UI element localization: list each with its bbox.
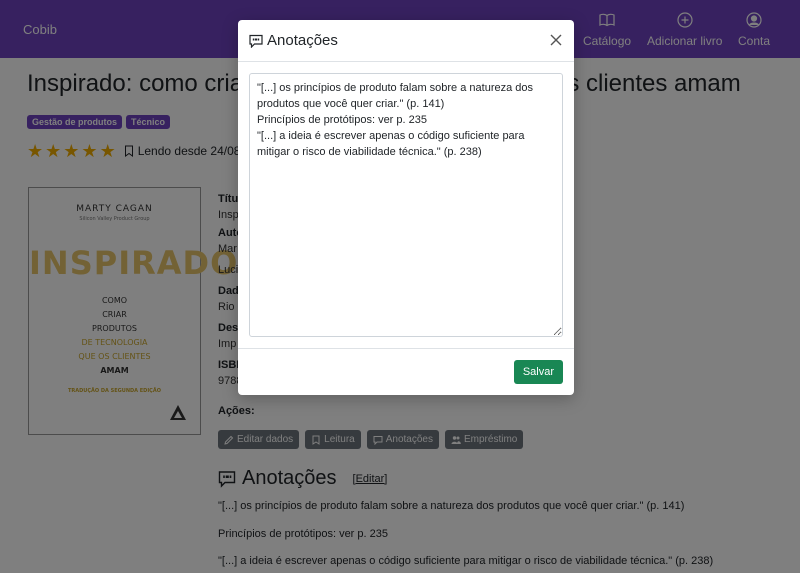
modal-footer: Salvar <box>238 348 574 395</box>
modal-title: Anotações <box>249 32 338 49</box>
chat-quote-icon <box>249 34 263 48</box>
save-button[interactable]: Salvar <box>513 360 563 384</box>
modal-title-text: Anotações <box>267 32 338 49</box>
notes-textarea[interactable]: "[...] os princípios de produto falam so… <box>249 73 563 337</box>
modal-header: Anotações <box>238 20 574 62</box>
close-icon[interactable] <box>548 32 564 48</box>
modal-body: "[...] os princípios de produto falam so… <box>249 73 563 337</box>
notes-modal: Anotações "[...] os princípios de produt… <box>238 20 574 395</box>
